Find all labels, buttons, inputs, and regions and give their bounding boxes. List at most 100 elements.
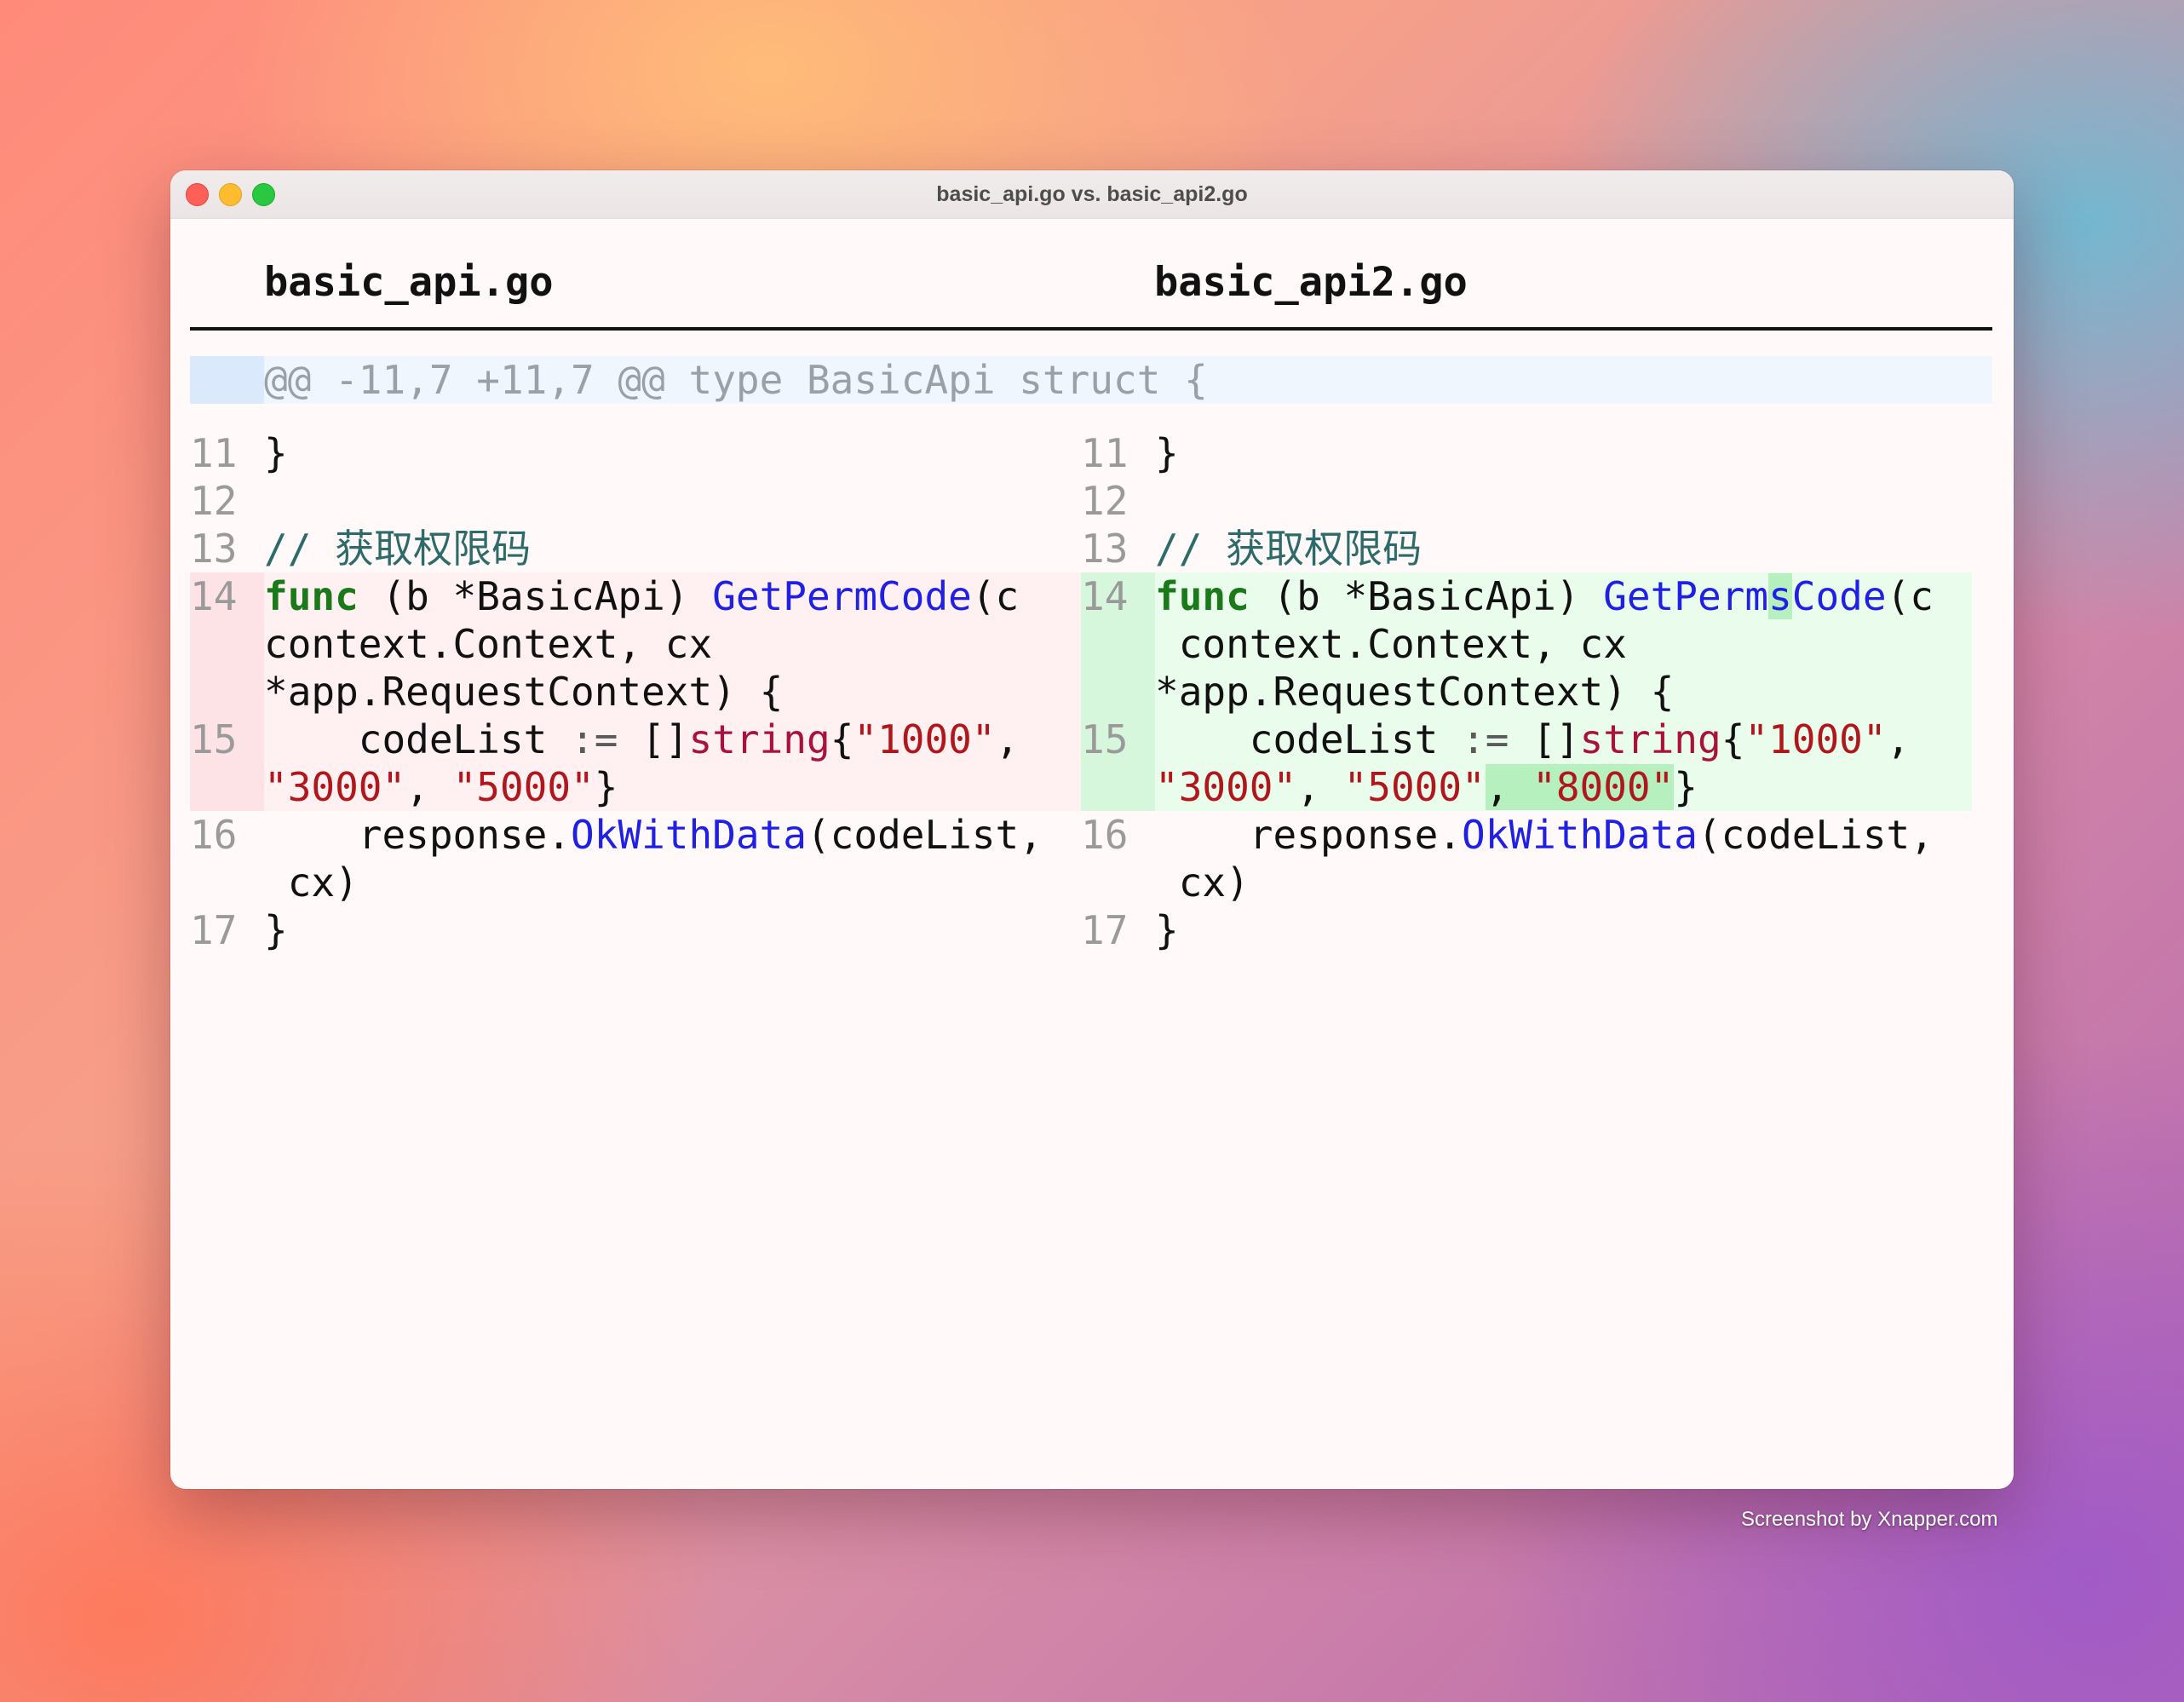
string-literal: "5000" [452, 764, 595, 810]
code-line-wrap: context.Context, cx [1155, 621, 1627, 667]
code-text: (codeList, [1697, 812, 1934, 858]
file-names-header: basic_api.go basic_api2.go [190, 218, 1992, 331]
code-line: func (b *BasicApi) GetPermsCode(c [1155, 572, 1972, 620]
code-text: response. [264, 812, 572, 858]
right-line-13: 13 // 获取权限码 [1081, 525, 1972, 572]
hunk-header-text: @@ -11,7 +11,7 @@ type BasicApi struct { [264, 357, 1208, 403]
line-number: 17 [190, 907, 238, 953]
function-name: GetPermCode [712, 573, 972, 619]
hunk-header: @@ -11,7 +11,7 @@ type BasicApi struct { [190, 356, 1992, 404]
code-text: (b *BasicApi) [358, 573, 713, 619]
function-name: GetPerm [1603, 573, 1769, 619]
code-line: response.OkWithData(codeList, [1155, 811, 1972, 859]
code-line: response.OkWithData(codeList, [264, 811, 1081, 859]
line-number: 11 [1081, 430, 1129, 476]
screenshot-watermark: Screenshot by Xnapper.com [1741, 1508, 1998, 1531]
left-line-12: 12 [190, 477, 1081, 525]
code-text: (c [971, 573, 1020, 619]
line-number: 14 [1081, 573, 1129, 619]
line-number: 17 [1081, 907, 1129, 953]
function-name: Code [1791, 573, 1887, 619]
line-number: 12 [190, 478, 238, 524]
code-line-wrap: cx) [264, 860, 359, 906]
type-name: string [688, 716, 830, 762]
window-title: basic_api.go vs. basic_api2.go [936, 182, 1248, 206]
function-name: OkWithData [571, 812, 807, 858]
line-number: 13 [190, 526, 238, 572]
operator: := [571, 716, 618, 762]
keyword: func [264, 573, 359, 619]
code-text: codeList [1155, 716, 1463, 762]
right-file-name: basic_api2.go [1154, 259, 1468, 306]
left-line-14-deleted: 14 func (b *BasicApi) GetPermCode(c cont… [190, 572, 1081, 716]
code-line: } [1155, 430, 1179, 476]
code-text: codeList [264, 716, 572, 762]
code-text: (codeList, [806, 812, 1043, 858]
code-line: } [1155, 907, 1179, 953]
code-text: [] [1509, 716, 1580, 762]
code-text: { [830, 716, 854, 762]
diff-view[interactable]: basic_api.go basic_api2.go @@ -11,7 +11,… [190, 218, 1992, 1489]
changed-string-highlight: "8000" [1532, 764, 1675, 810]
hunk-gutter [190, 356, 264, 404]
line-number: 15 [1081, 716, 1129, 762]
code-line-wrap: *app.RequestContext) { [1155, 669, 1675, 715]
code-text: [] [618, 716, 689, 762]
operator: := [1462, 716, 1509, 762]
code-text: , [995, 716, 1020, 762]
code-line-wrap: "3000", "5000"} [264, 763, 1081, 811]
code-comment: // 获取权限码 [264, 526, 532, 572]
string-literal: "5000" [1343, 764, 1486, 810]
code-line: } [264, 430, 288, 476]
string-literal: "1000" [853, 716, 996, 762]
right-line-14-added: 14 func (b *BasicApi) GetPermsCode(c con… [1081, 572, 1972, 716]
left-file-name: basic_api.go [264, 259, 554, 306]
right-line-11: 11 } [1081, 429, 1972, 477]
code-text: } [1674, 764, 1698, 810]
code-line-wrap: *app.RequestContext) { [264, 669, 784, 715]
string-literal: "3000" [264, 764, 406, 810]
changed-text-highlight: , [1485, 764, 1533, 810]
line-number: 12 [1081, 478, 1129, 524]
line-number: 11 [190, 430, 238, 476]
code-line: func (b *BasicApi) GetPermCode(c [264, 572, 1081, 620]
line-number: 14 [190, 573, 238, 619]
code-line: } [264, 907, 288, 953]
line-number: 16 [1081, 812, 1129, 858]
keyword: func [1155, 573, 1250, 619]
code-text: (c [1886, 573, 1934, 619]
right-line-12: 12 [1081, 477, 1972, 525]
code-line-empty [264, 477, 1081, 525]
left-pane[interactable]: 11 } 12 13 // 获取权限码 14 func (b *BasicApi… [190, 429, 1081, 954]
code-text: } [594, 764, 618, 810]
code-line-wrap: context.Context, cx [264, 621, 713, 667]
left-line-17: 17 } [190, 906, 1081, 954]
string-literal: "3000" [1155, 764, 1297, 810]
code-text: response. [1155, 812, 1463, 858]
code-text: { [1721, 716, 1745, 762]
line-number: 13 [1081, 526, 1129, 572]
code-line: codeList := []string{"1000", [264, 716, 1081, 763]
left-line-13: 13 // 获取权限码 [190, 525, 1081, 572]
left-line-16: 16 response.OkWithData(codeList, cx) [190, 811, 1081, 906]
code-text: , [1886, 716, 1911, 762]
code-line-wrap: cx) [1155, 860, 1250, 906]
line-number: 16 [190, 812, 238, 858]
type-name: string [1579, 716, 1721, 762]
left-line-15-deleted: 15 codeList := []string{"1000", "3000", … [190, 716, 1081, 811]
function-name: OkWithData [1462, 812, 1698, 858]
right-line-16: 16 response.OkWithData(codeList, cx) [1081, 811, 1972, 906]
diff-window: basic_api.go vs. basic_api2.go basic_api… [170, 170, 2014, 1489]
left-line-11: 11 } [190, 429, 1081, 477]
string-literal: "1000" [1744, 716, 1887, 762]
title-bar: basic_api.go vs. basic_api2.go [170, 170, 2014, 219]
right-line-17: 17 } [1081, 906, 1972, 954]
code-line: codeList := []string{"1000", [1155, 716, 1972, 763]
right-pane[interactable]: 11 } 12 13 // 获取权限码 14 func (b *BasicApi… [1081, 429, 1972, 954]
code-line-empty [1155, 477, 1972, 525]
code-text: (b *BasicApi) [1249, 573, 1604, 619]
code-area[interactable]: @@ -11,7 +11,7 @@ type BasicApi struct {… [190, 356, 1992, 953]
code-text: , [1296, 764, 1344, 810]
right-line-15-added: 15 codeList := []string{"1000", "3000", … [1081, 716, 1972, 811]
changed-text-highlight: s [1768, 573, 1792, 619]
